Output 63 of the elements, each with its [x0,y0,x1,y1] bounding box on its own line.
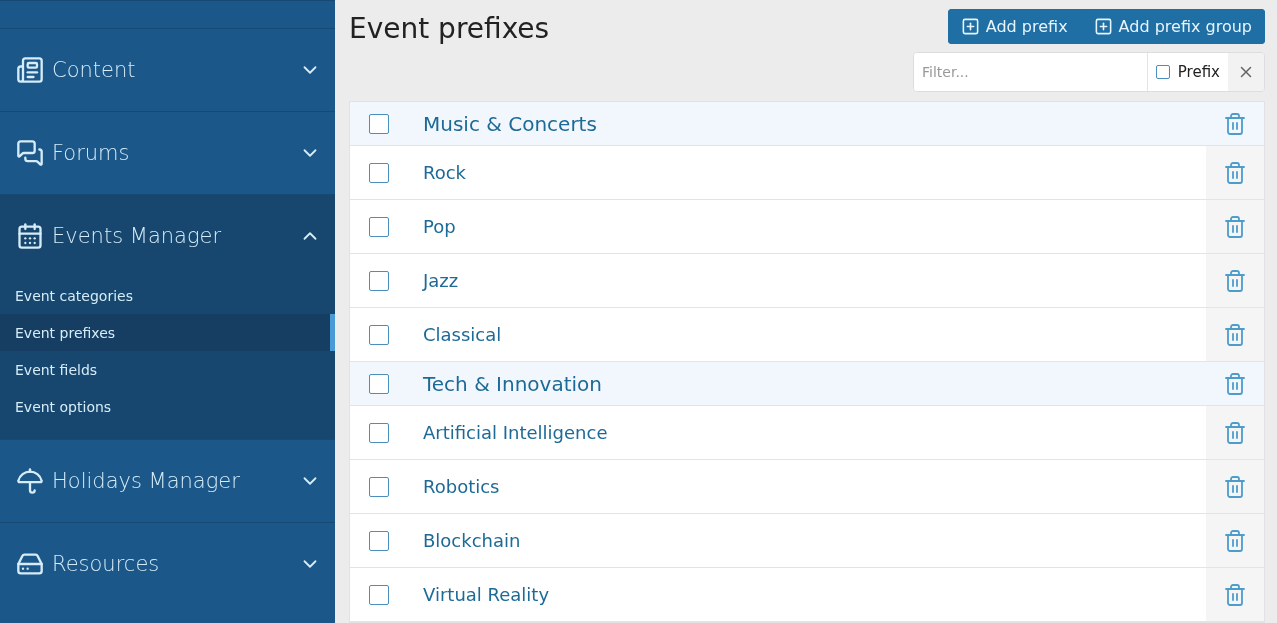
group-label: Tech & Innovation [422,370,603,398]
section-label: Holidays Manager [52,469,241,493]
page-title: Event prefixes [349,12,550,45]
prefix-label: Robotics [422,475,501,499]
trash-icon [1223,268,1247,293]
trash-icon [1223,322,1247,347]
sidebar-section[interactable]: Content [0,29,335,111]
delete-button[interactable] [1206,514,1264,567]
delete-button[interactable] [1206,200,1264,253]
trash-icon [1223,474,1247,499]
umbrella-icon [16,467,44,495]
delete-button[interactable] [1206,460,1264,513]
chat-bubbles-icon [16,139,44,167]
sidebar-item[interactable]: Event categories [0,277,335,314]
row-checkbox[interactable] [369,162,389,183]
newspaper-icon [16,56,44,84]
row-checkbox[interactable] [369,584,389,605]
delete-button[interactable] [1206,254,1264,307]
row-checkbox[interactable] [369,422,389,443]
prefix-toggle[interactable]: Prefix [1146,53,1228,91]
row-checkbox[interactable] [369,476,389,497]
group-label: Music & Concerts [422,110,598,138]
sidebar-section[interactable]: Resources [0,523,335,605]
prefix-label: Virtual Reality [422,583,551,607]
calendar-icon [16,222,44,250]
trash-icon [1223,528,1247,553]
sidebar-item[interactable]: Event options [0,388,335,425]
trash-icon [1223,214,1247,239]
row-checkbox[interactable] [369,270,389,291]
section-label: Forums [52,141,131,165]
sidebar-item[interactable]: Event prefixes [0,314,335,351]
prefix-label: Classical [422,323,503,347]
sidebar-section[interactable]: Events Manager [0,195,335,277]
row-checkbox[interactable] [369,530,389,551]
section-label: Events Manager [52,224,223,248]
delete-button[interactable] [1206,406,1264,459]
row-checkbox[interactable] [369,216,389,237]
delete-button[interactable] [1206,308,1264,361]
prefix-label: Rock [422,161,468,185]
trash-icon [1223,371,1247,396]
delete-button[interactable] [1206,568,1264,621]
row-checkbox[interactable] [369,373,389,394]
trash-icon [1223,582,1247,607]
prefix-label: Jazz [421,269,460,293]
prefix-checkbox[interactable] [1155,65,1170,79]
plus-square-icon [960,17,980,36]
sidebar-section[interactable]: Forums [0,112,335,194]
prefix-label: Pop [422,215,457,239]
row-checkbox[interactable] [369,113,389,134]
filter-field[interactable]: Filter... [914,53,1147,91]
delete-button[interactable] [1206,146,1264,199]
section-label: Resources [52,552,161,576]
section-label: Content [52,58,137,82]
sidebar-item[interactable]: Event fields [0,351,335,388]
plus-square-icon [1093,17,1113,36]
trash-icon [1223,111,1247,136]
row-checkbox[interactable] [369,324,389,345]
sidebar-section[interactable]: Holidays Manager [0,440,335,522]
trash-icon [1223,160,1247,185]
prefix-label: Blockchain [422,529,522,553]
prefix-label: Artificial Intelligence [422,421,609,445]
clear-button[interactable] [1228,53,1264,91]
trash-icon [1223,420,1247,445]
